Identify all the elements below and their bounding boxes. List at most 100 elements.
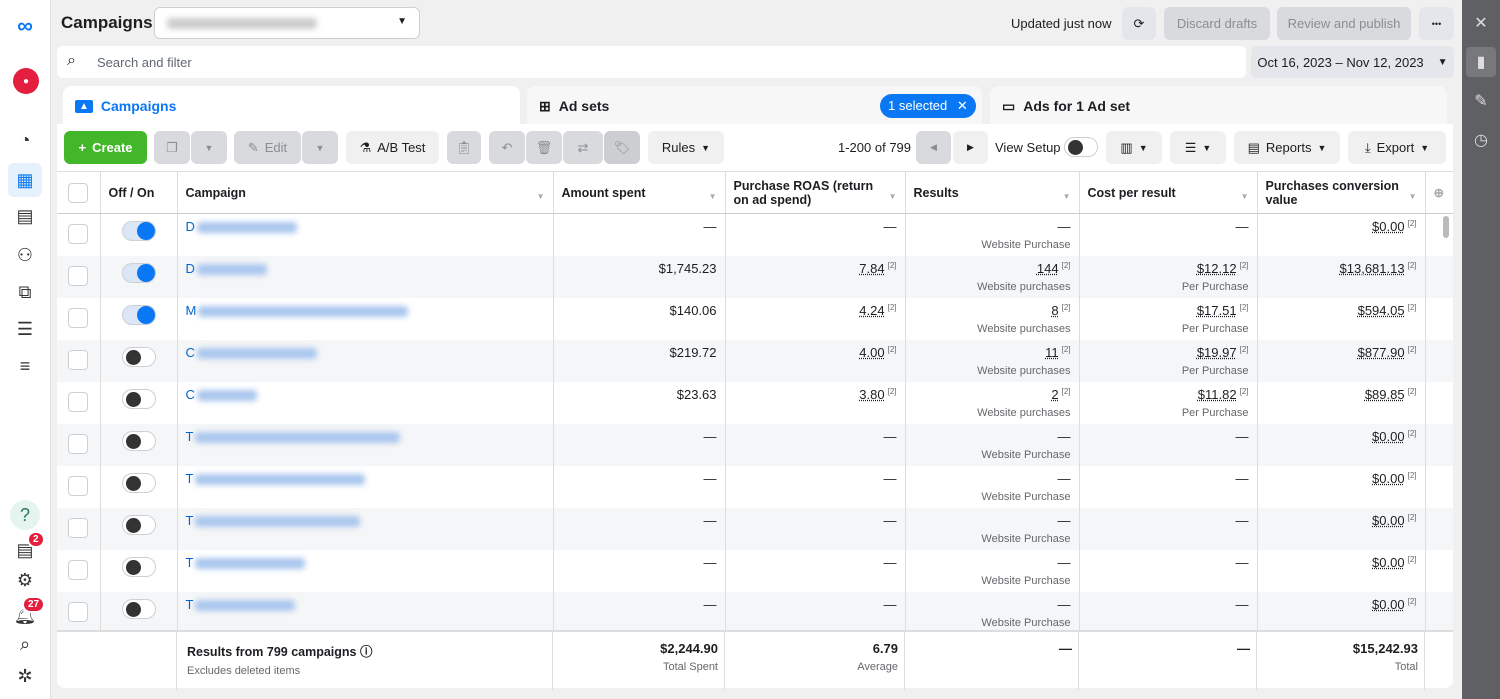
campaign-toggle[interactable] [121,221,156,241]
select-all-checkbox[interactable] [68,182,89,203]
campaign-name-link[interactable]: T [186,597,194,612]
table-row[interactable]: T — — — Website Purchase — $0.00 [2] [57,550,1453,592]
account-selector[interactable]: ▼ [154,7,420,39]
ab-test-button[interactable]: ⚗ A/B Test [346,131,439,164]
table-row[interactable]: M $140.06 4.24 [2] 8 [2] Website purchases … [57,298,1453,340]
results-value[interactable]: 11 [1045,345,1059,360]
undo-button[interactable]: ↶ [489,131,525,164]
tab-ads[interactable]: ▭ Ads for 1 Ad set [990,86,1447,126]
export-preview-button[interactable]: ⇄ [563,131,603,164]
campaign-name-link[interactable]: T [186,429,194,444]
row-checkbox[interactable] [68,434,89,454]
table-row[interactable]: T — — — Website Purchase — $0.00 [2] [57,592,1453,634]
clipboard-button[interactable]: 📋︎ [447,131,481,164]
campaign-name-link[interactable]: M [186,303,197,318]
campaign-toggle[interactable] [121,431,156,451]
view-setup-toggle[interactable] [1064,137,1098,157]
campaign-toggle[interactable] [121,389,156,409]
row-checkbox[interactable] [68,518,89,538]
results-value[interactable]: 144 [1037,261,1059,276]
tab-campaigns[interactable]: ▲ Campaigns [63,86,520,126]
row-checkbox[interactable] [68,602,89,622]
row-checkbox[interactable] [68,308,89,328]
catalog-icon[interactable]: ⧉ [13,280,37,304]
column-amount-spent[interactable]: Amount spent ▼ [553,171,726,214]
campaign-toggle[interactable] [121,515,156,535]
search-input[interactable]: Search and filter [97,55,192,70]
pcv-value[interactable]: $0.00 [1372,429,1405,444]
row-checkbox[interactable] [68,266,89,286]
charts-icon[interactable]: ▮ [1466,47,1496,77]
campaign-name-link[interactable]: D [186,219,195,234]
table-scrollbar[interactable] [1443,216,1449,238]
more-button[interactable]: ••• [1419,7,1454,40]
cpr-value[interactable]: $17.51 [1197,303,1237,318]
roas-value[interactable]: 7.84 [859,261,884,276]
pcv-value[interactable]: $0.00 [1372,513,1405,528]
breakdown-button[interactable]: ☰ ▼ [1170,131,1226,164]
search-filter-bar[interactable]: ⌕ Search and filter [57,46,1246,78]
results-value[interactable]: 2 [1051,387,1058,402]
database-icon[interactable]: ☰ [13,317,37,341]
ads-manager-table-icon[interactable]: ▦ [8,163,42,197]
bug-report-icon[interactable]: ✲ [13,664,37,688]
columns-button[interactable]: ▥ ▼ [1106,131,1162,164]
selected-chip[interactable]: 1 selected ✕ [880,94,976,118]
history-clock-icon[interactable]: ◷ [1467,126,1495,154]
pcv-value[interactable]: $594.05 [1358,303,1405,318]
roas-value[interactable]: 3.80 [859,387,884,402]
pages-icon[interactable]: ▤ [13,204,37,228]
table-row[interactable]: T — — — Website Purchase — $0.00 [2] [57,508,1453,550]
pcv-value[interactable]: $0.00 [1372,471,1405,486]
dashboard-icon[interactable]: ◔ [13,128,37,152]
date-range-picker[interactable]: Oct 16, 2023 – Nov 12, 2023 ▼ [1251,46,1454,78]
menu-icon[interactable]: ≡ [13,354,37,378]
campaign-name-link[interactable]: C [186,345,195,360]
campaign-name-link[interactable]: T [186,555,194,570]
account-avatar[interactable]: ● [13,68,39,94]
export-button[interactable]: ⤓ Export ▼ [1348,131,1446,164]
column-results[interactable]: Results ▼ [905,171,1080,214]
pcv-value[interactable]: $0.00 [1372,597,1405,612]
edit-button[interactable]: ✎ Edit [234,131,301,164]
refresh-button[interactable]: ⟳ [1122,7,1156,40]
create-button[interactable]: + Create [64,131,147,164]
close-icon[interactable]: ✕ [1467,9,1495,37]
rules-button[interactable]: Rules ▼ [648,131,724,164]
column-roas[interactable]: Purchase ROAS (return on ad spend) ▼ [725,171,906,214]
table-row[interactable]: D $1,745.23 7.84 [2] 144 [2] Website purcha… [57,256,1453,298]
duplicate-button[interactable]: ❐ [154,131,190,164]
pcv-value[interactable]: $13,681.13 [1340,261,1405,276]
pcv-value[interactable]: $877.90 [1358,345,1405,360]
pcv-value[interactable]: $0.00 [1372,219,1405,234]
help-icon[interactable]: ? [10,500,40,530]
meta-logo-icon[interactable]: ∞ [13,13,37,38]
campaign-toggle[interactable] [121,263,156,283]
campaign-name-link[interactable]: T [186,513,194,528]
settings-gear-icon[interactable]: ⚙ [13,568,37,592]
row-checkbox[interactable] [68,224,89,244]
row-checkbox[interactable] [68,560,89,580]
row-checkbox[interactable] [68,392,89,412]
campaign-toggle[interactable] [121,599,156,619]
cpr-value[interactable]: $19.97 [1197,345,1237,360]
clear-selection-icon[interactable]: ✕ [957,98,968,113]
campaign-name-link[interactable]: C [186,387,195,402]
row-checkbox[interactable] [68,476,89,496]
tag-button[interactable]: 🏷︎ [604,131,640,164]
campaign-toggle[interactable] [121,473,156,493]
add-column-button[interactable]: ⊕ [1425,171,1453,214]
edit-pencil-icon[interactable]: ✎ [1467,87,1495,115]
search-icon[interactable]: ⌕ [13,632,37,656]
campaign-toggle[interactable] [121,557,156,577]
column-campaign[interactable]: Campaign ▼ [177,171,554,214]
roas-value[interactable]: 4.00 [859,345,884,360]
campaign-toggle[interactable] [121,305,156,325]
info-icon[interactable]: ⓘ [360,645,373,659]
table-row[interactable]: D — — — Website Purchase — $0.00 [2] [57,213,1453,256]
prev-page-button[interactable]: ◀ [916,131,951,164]
review-publish-button[interactable]: Review and publish [1277,7,1411,40]
table-row[interactable]: C $23.63 3.80 [2] 2 [2] Website purchases $… [57,382,1453,424]
delete-button[interactable]: 🗑︎ [526,131,562,164]
tab-ad-sets[interactable]: ⊞ Ad sets 1 selected ✕ [527,86,982,126]
